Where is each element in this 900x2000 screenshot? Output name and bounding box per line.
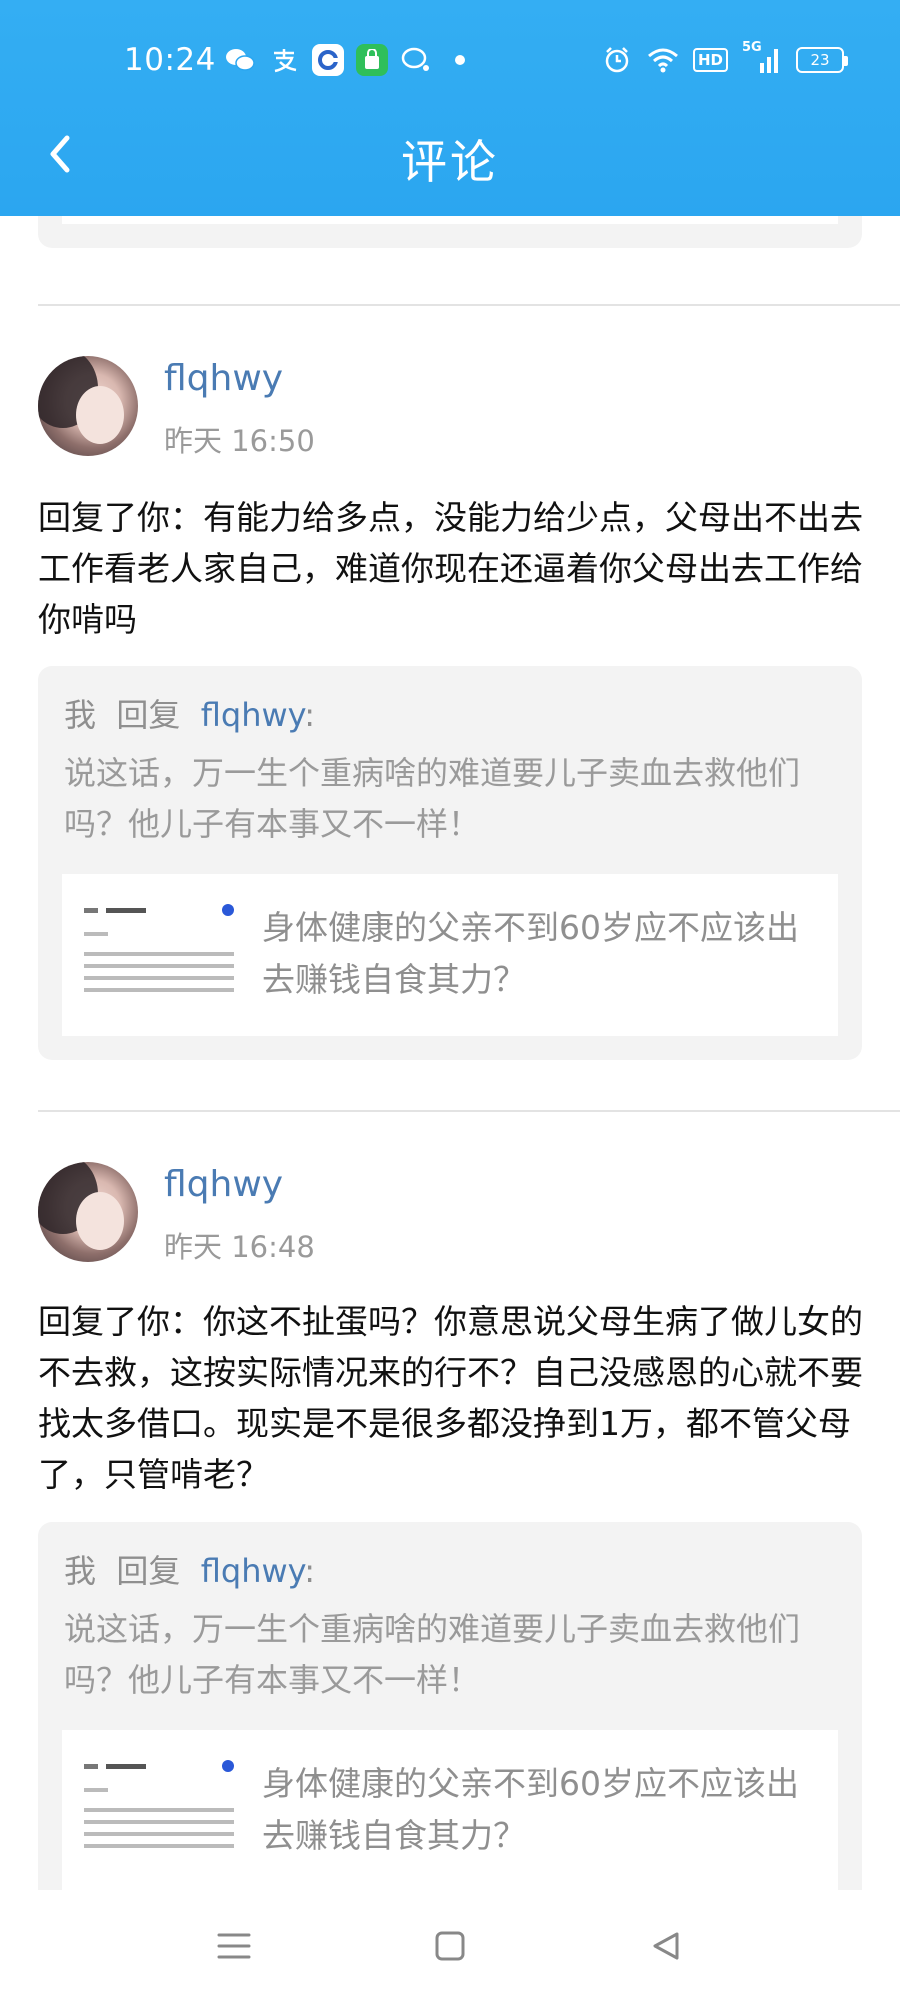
article-thumbnail <box>84 1760 234 1860</box>
article-link-card[interactable]: 身体健康的父亲不到60岁应不应该出去赚钱自食其力？ <box>62 1730 838 1890</box>
wifi-icon <box>647 44 679 76</box>
comment-time: 昨天 16:48 <box>164 1230 315 1264</box>
menu-button[interactable] <box>206 1918 262 1974</box>
article-link-card[interactable]: 身体健康的父亲不到60岁应不应该出去赚钱自食其力？ <box>62 874 838 1036</box>
avatar[interactable] <box>38 1162 138 1262</box>
back-nav-button[interactable] <box>638 1918 694 1974</box>
home-button[interactable] <box>422 1918 478 1974</box>
username[interactable]: flqhwy <box>164 1164 283 1205</box>
quote-header: 我 回复 flqhwy: <box>64 1546 315 1592</box>
battery-level: 23 <box>810 51 830 69</box>
chat-bubble-icon <box>400 44 432 76</box>
shopping-app-icon <box>356 44 388 76</box>
alarm-icon <box>601 44 633 76</box>
menu-icon <box>217 1933 251 1959</box>
quote-text: 说这话，万一生个重病啥的难道要儿子卖血去救他们吗？他儿子有本事又不一样！ <box>64 1610 801 1699</box>
status-time: 10:24 <box>124 42 216 78</box>
comment-body[interactable]: 回复了你：你这不扯蛋吗？你意思说父母生病了做儿女的不去救，这按实际情况来的行不？… <box>38 1296 864 1500</box>
article-thumbnail <box>84 904 234 1004</box>
system-icons: HD 5G 23 <box>601 40 848 76</box>
quoted-reply[interactable]: 我 回复 flqhwy: 说这话，万一生个重病啥的难道要儿子卖血去救他们吗？他儿… <box>38 666 862 1060</box>
more-dot-icon <box>444 44 476 76</box>
article-title: 身体健康的父亲不到60岁应不应该出去赚钱自食其力？ <box>262 1764 799 1855</box>
comment-item: flqhwy 昨天 16:48 回复了你：你这不扯蛋吗？你意思说父母生病了做儿女… <box>0 1162 900 1890</box>
notification-icons <box>224 44 476 76</box>
article-title: 身体健康的父亲不到60岁应不应该出去赚钱自食其力？ <box>262 908 799 999</box>
wechat-icon <box>224 44 256 76</box>
quote-target[interactable]: flqhwy <box>201 696 305 734</box>
quote-me: 我 <box>64 696 97 734</box>
comment-item: flqhwy 昨天 16:50 回复了你：有能力给多点，没能力给少点，父母出不出… <box>0 356 900 1076</box>
avatar[interactable] <box>38 356 138 456</box>
home-square-icon <box>435 1931 465 1961</box>
quoted-reply[interactable]: 我 回复 flqhwy: 说这话，万一生个重病啥的难道要儿子卖血去救他们吗？他儿… <box>38 1522 862 1890</box>
quote-text: 说这话，万一生个重病啥的难道要儿子卖血去救他们吗？他儿子有本事又不一样！ <box>64 754 801 843</box>
signal-icon: 5G <box>742 40 782 76</box>
quote-colon: : <box>304 696 316 734</box>
quote-target[interactable]: flqhwy <box>201 1552 305 1590</box>
system-nav-bar <box>0 1890 900 2000</box>
divider <box>38 1110 900 1112</box>
quote-header: 我 回复 flqhwy: <box>64 690 315 736</box>
previous-quote-tail <box>38 216 862 248</box>
bank-app-icon <box>312 44 344 76</box>
comment-list[interactable]: flqhwy 昨天 16:50 回复了你：有能力给多点，没能力给少点，父母出不出… <box>0 216 900 1890</box>
comment-time: 昨天 16:50 <box>164 424 315 458</box>
alipay-icon <box>268 44 300 76</box>
hd-icon: HD <box>692 48 728 72</box>
comment-body[interactable]: 回复了你：有能力给多点，没能力给少点，父母出不出去工作看老人家自己，难道你现在还… <box>38 492 864 645</box>
battery-icon: 23 <box>796 47 848 73</box>
quote-reply-word: 回复 <box>116 696 181 734</box>
quote-reply-word: 回复 <box>116 1552 181 1590</box>
status-bar: 10:24 HD 5G 23 <box>0 38 900 82</box>
quote-colon: : <box>304 1552 316 1590</box>
username[interactable]: flqhwy <box>164 358 283 399</box>
back-triangle-icon <box>653 1932 679 1960</box>
page-title: 评论 <box>401 135 499 189</box>
divider <box>38 304 900 306</box>
app-header: 10:24 HD 5G 23 评论 <box>0 0 900 216</box>
network-label: 5G <box>742 40 762 55</box>
quote-me: 我 <box>64 1552 97 1590</box>
